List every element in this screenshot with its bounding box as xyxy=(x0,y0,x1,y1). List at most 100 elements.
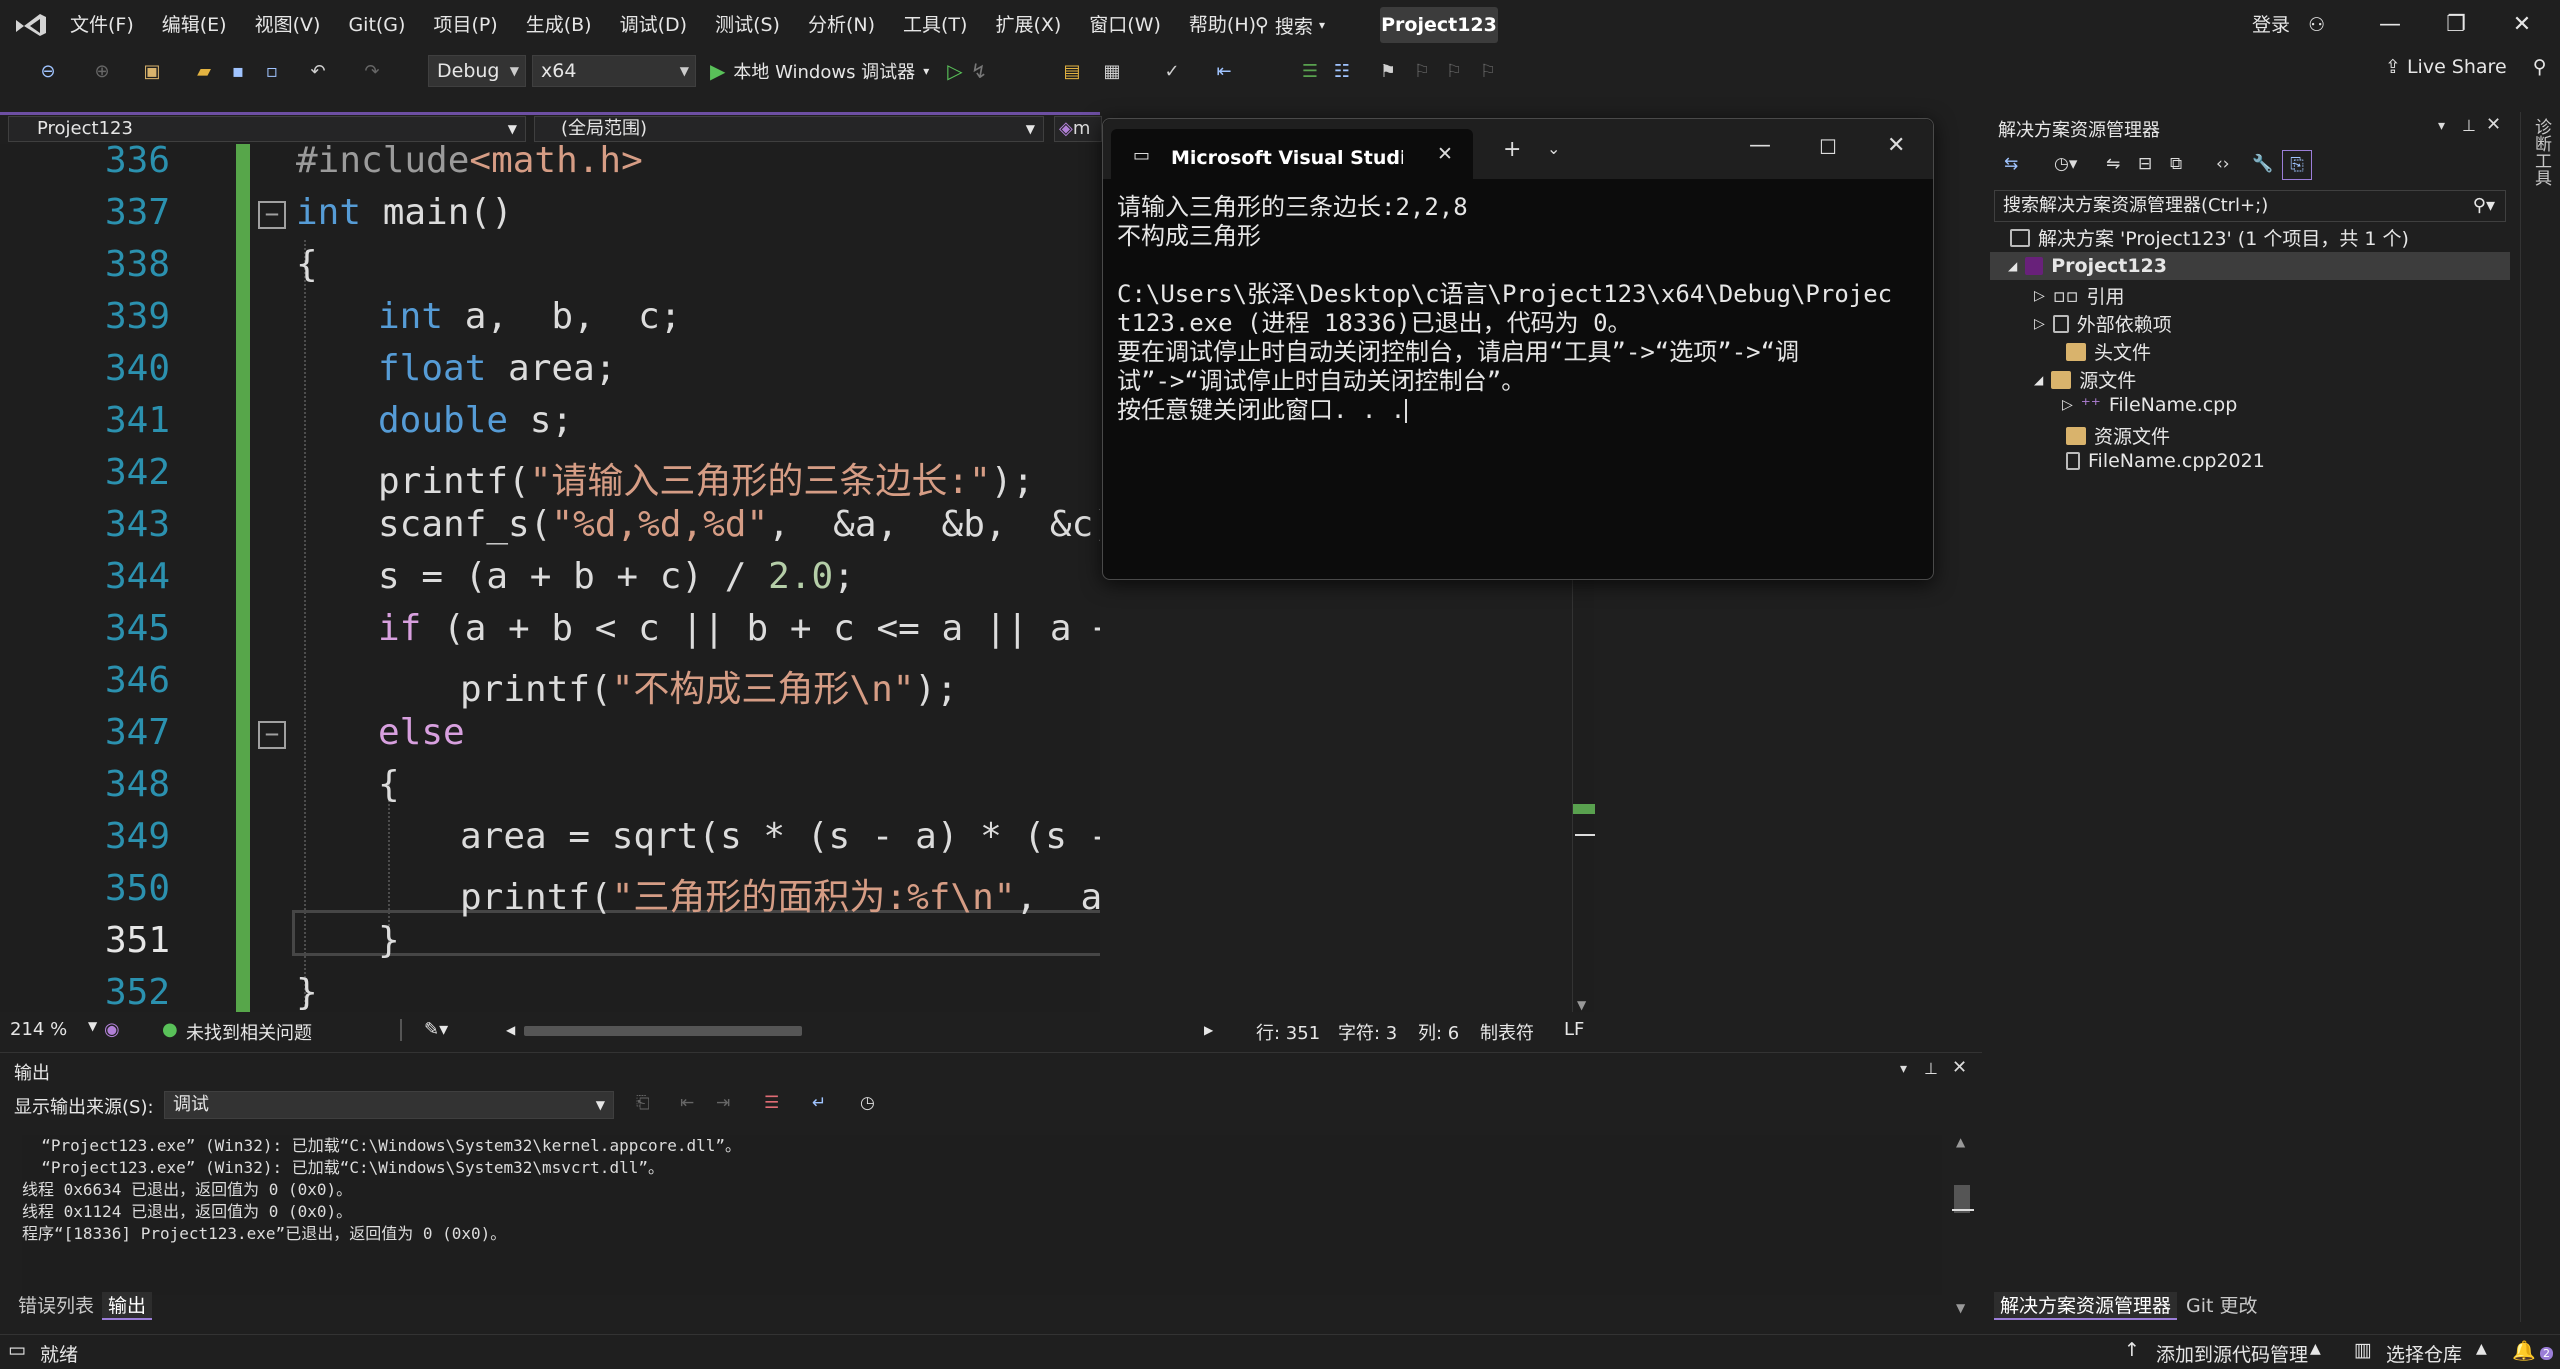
hot-reload-icon[interactable]: ↯ xyxy=(971,59,988,83)
console-minimize-icon[interactable]: — xyxy=(1749,133,1771,158)
history-icon[interactable]: ◷▾ xyxy=(2054,154,2077,174)
menu-project[interactable]: 项目(P) xyxy=(419,7,511,43)
menu-build[interactable]: 生成(B) xyxy=(512,7,606,43)
restore-button[interactable]: ❐ xyxy=(2424,0,2488,50)
horizontal-scrollbar-thumb[interactable] xyxy=(524,1026,802,1036)
word-wrap-icon[interactable]: ↵ xyxy=(812,1093,826,1113)
zoom-level[interactable]: 214 % xyxy=(10,1019,67,1040)
tree-item-resource-files[interactable]: 资源文件 xyxy=(2066,422,2170,449)
preview-icon[interactable]: ⎘ xyxy=(2282,150,2312,180)
menu-git[interactable]: Git(G) xyxy=(334,7,419,43)
pin-icon[interactable]: ⊥ xyxy=(1924,1059,1938,1078)
chevron-down-icon[interactable]: ▾ xyxy=(2438,118,2445,134)
intellicode-icon[interactable]: ◉ xyxy=(104,1019,120,1040)
collapse-all-icon[interactable]: ⊟ xyxy=(2138,154,2152,174)
find-message-icon[interactable]: ⎗ xyxy=(636,1093,650,1113)
next-bookmark-icon[interactable]: ⚐ xyxy=(1442,60,1466,84)
line-ending[interactable]: LF xyxy=(1564,1019,1584,1040)
cleanup-icon[interactable]: ✎▾ xyxy=(424,1019,448,1040)
start-debugging-button[interactable]: ▶ 本地 Windows 调试器 ▾ ▷ ↯ xyxy=(710,56,987,86)
comment-icon[interactable]: ☰ xyxy=(1298,60,1322,84)
menu-edit[interactable]: 编辑(E) xyxy=(148,7,241,43)
menu-view[interactable]: 视图(V) xyxy=(241,7,335,43)
menu-window[interactable]: 窗口(W) xyxy=(1075,7,1175,43)
diagnostic-tools-side-tab[interactable]: 诊断工具 xyxy=(2520,112,2560,1322)
scroll-up-icon[interactable]: ▲ xyxy=(1956,1135,1965,1149)
console-maximize-icon[interactable]: ☐ xyxy=(1819,135,1837,159)
debug-console-window[interactable]: ▭ Microsoft Visual Studio 调试控 ✕ + ⌄ — ☐ … xyxy=(1102,118,1934,580)
next-message-icon[interactable]: ⇥ xyxy=(716,1093,730,1113)
scroll-down-icon[interactable]: ▼ xyxy=(1956,1301,1965,1315)
menu-extensions[interactable]: 扩展(X) xyxy=(981,7,1075,43)
tab-solution-explorer[interactable]: 解决方案资源管理器 xyxy=(1994,1292,2178,1320)
menu-tools[interactable]: 工具(T) xyxy=(889,7,981,43)
indent-mode[interactable]: 制表符 xyxy=(1480,1019,1534,1045)
properties-icon[interactable]: 🔧 xyxy=(2252,154,2273,174)
tree-item-external-deps[interactable]: ▷ 外部依赖项 xyxy=(2034,310,2172,337)
chevron-down-icon[interactable]: ⌄ xyxy=(1547,139,1560,158)
redo-icon[interactable]: ↷ xyxy=(360,60,384,84)
folder-icon[interactable]: ▤ xyxy=(1060,60,1084,84)
collapse-icon[interactable]: − xyxy=(258,721,286,749)
new-project-icon[interactable]: ▣ xyxy=(140,60,164,84)
project-dropdown[interactable]: Project123 ▼ xyxy=(8,116,526,142)
clear-bookmarks-icon[interactable]: ⚐ xyxy=(1476,60,1500,84)
prev-bookmark-icon[interactable]: ⚐ xyxy=(1410,60,1434,84)
add-to-source-control[interactable]: 添加到源代码管理 xyxy=(2156,1340,2308,1367)
bookmark-icon[interactable]: ⚑ xyxy=(1376,60,1400,84)
save-all-icon[interactable]: ▫ xyxy=(260,60,284,84)
config-dropdown[interactable]: Debug ▼ xyxy=(428,55,526,87)
login-button[interactable]: 登录 ⚇ xyxy=(2252,10,2325,37)
menu-file[interactable]: 文件(F) xyxy=(56,7,148,43)
tree-item-source-files[interactable]: ◢ 源文件 xyxy=(2034,366,2136,393)
solution-search-input[interactable]: 搜索解决方案资源管理器(Ctrl+;) ⚲▾ xyxy=(1994,190,2506,222)
scroll-right-icon[interactable]: ▶ xyxy=(1204,1023,1213,1037)
menu-analyze[interactable]: 分析(N) xyxy=(794,7,889,43)
console-close-icon[interactable]: ✕ xyxy=(1887,133,1905,158)
scope-dropdown[interactable]: (全局范围) ▼ xyxy=(534,116,1044,142)
sync-icon[interactable]: ⇋ xyxy=(2106,154,2120,174)
menu-test[interactable]: 测试(S) xyxy=(701,7,794,43)
console-tab[interactable]: ▭ Microsoft Visual Studio 调试控 ✕ xyxy=(1111,129,1473,179)
prev-message-icon[interactable]: ⇤ xyxy=(680,1093,694,1113)
pin-icon[interactable]: ⊥ xyxy=(2462,116,2476,135)
switch-view-icon[interactable]: ⇆ xyxy=(2004,154,2018,174)
close-icon[interactable]: ✕ xyxy=(1952,1057,1967,1078)
uncomment-icon[interactable]: ☷ xyxy=(1330,60,1354,84)
back-icon[interactable]: ⊖ xyxy=(36,60,60,84)
issues-status[interactable]: 未找到相关问题 xyxy=(186,1019,312,1045)
undo-icon[interactable]: ↶ xyxy=(306,60,330,84)
platform-dropdown[interactable]: x64 ▼ xyxy=(532,55,696,87)
open-folder-icon[interactable]: ▰ xyxy=(192,60,216,84)
close-tab-icon[interactable]: ✕ xyxy=(1437,143,1453,165)
scroll-left-icon[interactable]: ◀ xyxy=(506,1023,515,1037)
notifications-icon[interactable]: 🔔 xyxy=(2512,1339,2536,1362)
clear-all-icon[interactable]: ☰ xyxy=(764,1093,779,1113)
close-icon[interactable]: ✕ xyxy=(2486,114,2501,135)
layout-icon[interactable]: ▦ xyxy=(1100,60,1124,84)
new-tab-icon[interactable]: + xyxy=(1503,137,1521,162)
tree-item-solution[interactable]: 解决方案 'Project123' (1 个项目，共 1 个) xyxy=(2010,224,2409,251)
code-editor[interactable]: 336 337 338 339 340 341 342 343 344 345 … xyxy=(0,144,1100,1012)
scroll-down-icon[interactable]: ▼ xyxy=(1577,998,1586,1012)
collapse-icon[interactable]: − xyxy=(258,201,286,229)
menu-debug[interactable]: 调试(D) xyxy=(606,7,701,43)
tree-item-filename-cpp[interactable]: ▷ ⁺⁺ FileName.cpp xyxy=(2062,394,2237,416)
show-all-files-icon[interactable]: ⧉ xyxy=(2170,154,2182,174)
output-window-icon[interactable]: ▭ xyxy=(8,1339,26,1361)
chevron-down-icon[interactable]: ▾ xyxy=(1900,1061,1907,1077)
spellcheck-icon[interactable]: ✓ xyxy=(1160,60,1184,84)
start-without-debugging-icon[interactable]: ▷ xyxy=(947,59,962,83)
close-button[interactable]: ✕ xyxy=(2490,0,2554,50)
output-vertical-scrollbar[interactable]: ▲ ▼ xyxy=(1952,1135,1974,1315)
timestamp-icon[interactable]: ◷ xyxy=(860,1093,875,1113)
feedback-icon[interactable]: ⚲ xyxy=(2533,56,2547,78)
member-dropdown[interactable]: ◈m xyxy=(1054,116,1102,142)
forward-icon[interactable]: ⊕ xyxy=(90,60,114,84)
tab-git-changes[interactable]: Git 更改 xyxy=(2180,1292,2264,1320)
output-source-dropdown[interactable]: 调试 ▼ xyxy=(164,1091,614,1119)
tree-item-filename-cpp2021[interactable]: FileName.cpp2021 xyxy=(2066,450,2265,472)
save-icon[interactable]: ▪ xyxy=(226,60,250,84)
live-share-button[interactable]: ⇪ Live Share ⚲ xyxy=(2385,56,2547,78)
step-icon[interactable]: ⇤ xyxy=(1212,60,1236,84)
